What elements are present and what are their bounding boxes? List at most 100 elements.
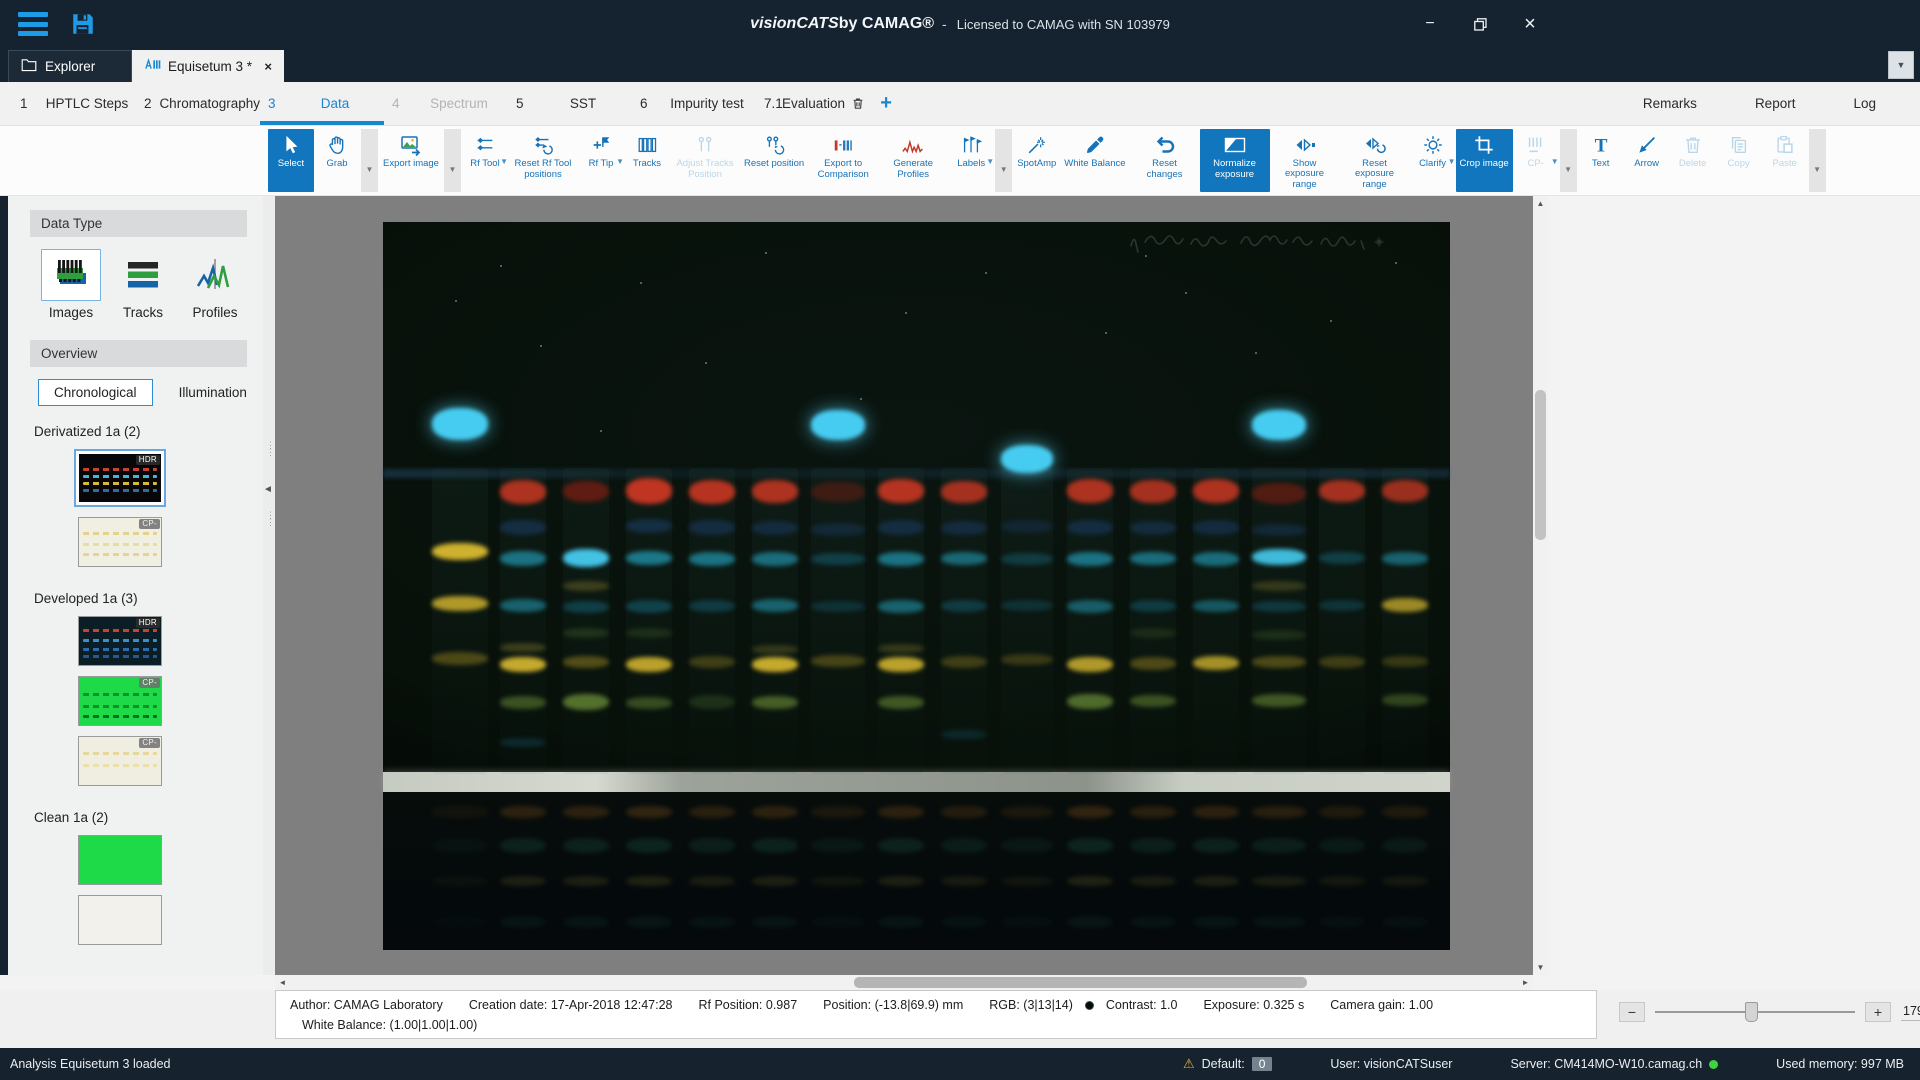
text-icon: T	[1590, 132, 1612, 158]
tab-explorer[interactable]: Explorer	[8, 50, 132, 82]
link-log[interactable]: Log	[1853, 96, 1876, 111]
overview-tab-illumination[interactable]: Illumination	[163, 379, 263, 406]
toolbar-button-rf-tool[interactable]: Rf Tool▼	[462, 129, 508, 192]
speckle	[500, 265, 502, 267]
scroll-up-icon[interactable]: ▲	[1533, 196, 1548, 211]
zoom-slider[interactable]	[1655, 1011, 1855, 1013]
data-type-profiles[interactable]: Profiles	[182, 249, 248, 320]
thumbnail[interactable]: CP-	[78, 736, 162, 786]
thumbnail[interactable]	[78, 835, 162, 885]
scroll-left-icon[interactable]: ◄	[275, 975, 290, 990]
group-label: Derivatized 1a (2)	[8, 410, 263, 441]
badge-hdr: HDR	[136, 618, 160, 628]
close-button[interactable]: ×	[1512, 8, 1548, 40]
toolbar-button-select[interactable]: Select	[268, 129, 314, 192]
toolbar-button-crop-image[interactable]: Crop image	[1456, 129, 1513, 192]
step-evaluation[interactable]: 7.1Evaluation	[756, 82, 869, 125]
adjust-tracks-icon	[694, 132, 716, 158]
sidebar-splitter[interactable]: ⋮⋮ ◄ ⋮⋮	[263, 196, 275, 975]
vertical-scrollbar[interactable]: ▲ ▼	[1533, 196, 1548, 975]
chevron-down-icon[interactable]: ▼	[500, 157, 508, 166]
zoom-slider-thumb[interactable]	[1745, 1002, 1758, 1022]
band	[626, 657, 672, 672]
maximize-button[interactable]	[1462, 8, 1498, 40]
toolbar-button-rf-tip[interactable]: Rf Tip▼	[578, 129, 624, 192]
toolbar-button-arrow[interactable]: Arrow	[1624, 129, 1670, 192]
link-remarks[interactable]: Remarks	[1643, 96, 1697, 111]
step-chromatography[interactable]: 2Chromatography	[136, 82, 260, 125]
toolbar-button-reset-position[interactable]: Reset position	[740, 129, 808, 192]
vertical-scroll-thumb[interactable]	[1535, 390, 1546, 540]
band	[878, 916, 924, 928]
chevron-down-icon[interactable]: ▼	[1551, 157, 1559, 166]
tlc-plate-image[interactable]	[383, 222, 1450, 950]
step-impurity-test[interactable]: 6Impurity test	[632, 82, 756, 125]
toolbar-button-show-exposure-range[interactable]: Show exposure range	[1270, 129, 1340, 192]
toolbar-overflow-dropdown[interactable]: ▼	[1809, 129, 1826, 192]
toolbar-button-reset-exposure-range[interactable]: Reset exposure range	[1340, 129, 1410, 192]
zoom-level-dropdown[interactable]: 179%▼	[1901, 1004, 1920, 1021]
step-sst[interactable]: 5SST	[508, 82, 632, 125]
thumbnail[interactable]: HDR	[78, 616, 162, 666]
zoom-in-button[interactable]: +	[1865, 1002, 1891, 1022]
band	[752, 599, 798, 612]
app-title: visionCATS by CAMAG® - Licensed to CAMAG…	[0, 0, 1920, 48]
toolbar-button-export-image[interactable]: Export image	[379, 129, 443, 192]
band	[1252, 483, 1306, 504]
link-report[interactable]: Report	[1755, 96, 1796, 111]
data-type-tracks[interactable]: Tracks	[110, 249, 176, 320]
image-canvas[interactable]	[275, 196, 1533, 975]
toolbar-button-reset-changes[interactable]: Reset changes	[1130, 129, 1200, 192]
toolbar-button-grab[interactable]: Grab	[314, 129, 360, 192]
thumbnail[interactable]: HDR	[74, 449, 166, 507]
toolbar-overflow-dropdown[interactable]: ▼	[361, 129, 378, 192]
chevron-down-icon[interactable]: ▼	[616, 157, 624, 166]
collapse-sidebar-icon[interactable]: ◄	[263, 484, 273, 495]
scroll-down-icon[interactable]: ▼	[1533, 960, 1548, 975]
thumbnail[interactable]: CP-	[78, 517, 162, 567]
toolbar-overflow-dropdown[interactable]: ▼	[1560, 129, 1577, 192]
band	[1319, 552, 1365, 564]
tab-document[interactable]: Equisetum 3 * ×	[132, 50, 284, 82]
tab-list-dropdown[interactable]: ▼	[1888, 51, 1914, 79]
band	[563, 694, 609, 710]
horizontal-scrollbar[interactable]: ◄ ►	[275, 975, 1533, 990]
delete-step-icon[interactable]	[851, 96, 865, 111]
overview-tab-chronological[interactable]: Chronological	[38, 379, 153, 406]
zoom-out-button[interactable]: −	[1619, 1002, 1645, 1022]
toolbar-button-reset-rf-tool-positions[interactable]: Reset Rf Tool positions	[508, 129, 578, 192]
toolbar-button-white-balance[interactable]: White Balance	[1060, 129, 1129, 192]
toolbar-overflow-dropdown[interactable]: ▼	[995, 129, 1012, 192]
band	[1001, 553, 1053, 565]
toolbar-button-normalize-exposure[interactable]: Normalize exposure	[1200, 129, 1270, 192]
clarify-icon	[1422, 132, 1444, 158]
horizontal-scroll-thumb[interactable]	[854, 977, 1307, 988]
data-type-images[interactable]: Images	[38, 249, 104, 320]
band	[1001, 876, 1053, 886]
toolbar-button-labels[interactable]: Labels▼	[948, 129, 994, 192]
chevron-down-icon[interactable]: ▼	[986, 157, 994, 166]
toolbar-button-text[interactable]: TText	[1578, 129, 1624, 192]
step-hptlc-steps[interactable]: 1HPTLC Steps	[12, 82, 136, 125]
toolbar-overflow-dropdown[interactable]: ▼	[444, 129, 461, 192]
thumbnail[interactable]: CP-	[78, 676, 162, 726]
default-warnings[interactable]: ⚠ Default: 0	[1183, 1056, 1272, 1072]
thumbnail[interactable]	[78, 895, 162, 945]
band	[811, 523, 865, 536]
plate-lane	[689, 222, 735, 950]
add-step-button[interactable]: +	[869, 92, 903, 115]
toolbar-button-clarify[interactable]: Clarify▼	[1410, 129, 1456, 192]
tab-close-icon[interactable]: ×	[264, 59, 272, 74]
toolbar-button-generate-profiles[interactable]: Generate Profiles	[878, 129, 948, 192]
chevron-down-icon[interactable]: ▼	[1448, 157, 1456, 166]
toolbar-button-spotamp[interactable]: SpotAmp	[1013, 129, 1060, 192]
scroll-right-icon[interactable]: ►	[1518, 975, 1533, 990]
band	[500, 643, 546, 652]
splitter-dots: ⋮⋮	[266, 442, 275, 456]
minimize-button[interactable]: −	[1412, 8, 1448, 40]
toolbar-button-tracks[interactable]: Tracks	[624, 129, 670, 192]
badge-cp: CP-	[139, 738, 160, 748]
step-data[interactable]: 3Data	[260, 82, 384, 125]
step-spectrum[interactable]: 4Spectrum	[384, 82, 508, 125]
toolbar-button-export-to-comparison[interactable]: Export to Comparison	[808, 129, 878, 192]
